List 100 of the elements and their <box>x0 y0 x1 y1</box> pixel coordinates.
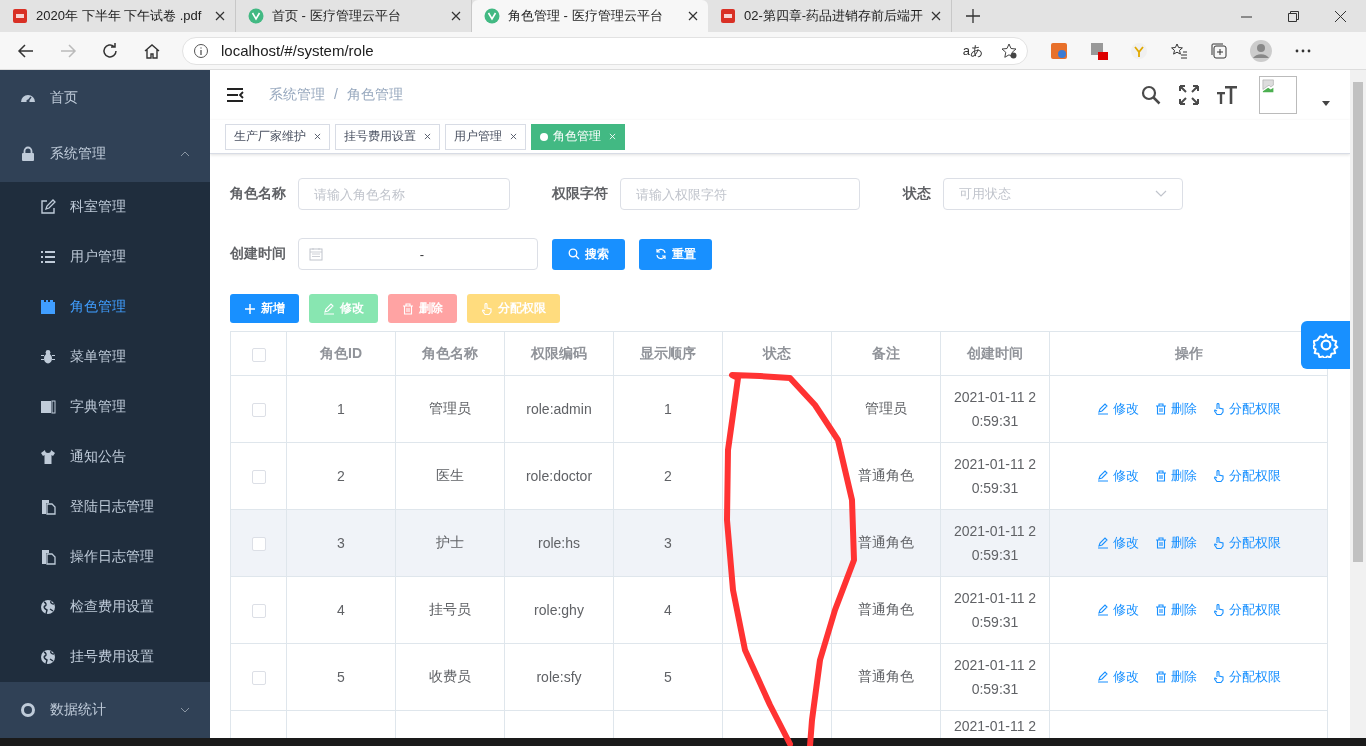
table-cell: 3 <box>337 535 345 551</box>
address-bar[interactable]: localhost/#/system/role aあ <box>182 36 1028 65</box>
info-icon[interactable] <box>193 42 209 59</box>
checkbox[interactable] <box>251 403 266 418</box>
bug-icon <box>40 349 56 365</box>
submenu-item[interactable]: 登陆日志管理 <box>0 482 210 532</box>
table-cell: role:sfy <box>536 669 582 685</box>
breadcrumb-item[interactable]: 系统管理 <box>269 86 325 104</box>
search-icon[interactable] <box>1141 85 1161 105</box>
refresh-icon[interactable] <box>101 41 119 60</box>
assign-link[interactable]: 分配权限 <box>1212 467 1281 485</box>
caret-icon[interactable] <box>1322 100 1330 106</box>
book-icon <box>40 399 56 415</box>
breadcrumb-item: 角色管理 <box>346 86 403 104</box>
checkbox[interactable] <box>251 470 266 485</box>
home-icon[interactable] <box>143 41 161 60</box>
edit-link[interactable]: 修改 <box>1096 534 1139 552</box>
submenu-item[interactable]: 用户管理 <box>0 232 210 282</box>
datetime-cell-text: 2021-01-11 2 <box>952 717 1038 736</box>
extension-icon[interactable] <box>1050 41 1068 60</box>
back-icon[interactable] <box>17 41 35 60</box>
restore-icon[interactable] <box>1288 10 1299 22</box>
close-icon[interactable] <box>1335 10 1346 22</box>
status-select[interactable]: 可用状态 <box>943 178 1183 210</box>
read-aloud-text[interactable]: aあ <box>962 41 983 60</box>
pencil-icon <box>1096 604 1109 616</box>
delete-link[interactable]: 删除 <box>1154 467 1197 485</box>
close-icon[interactable] <box>510 133 517 140</box>
tab-tag[interactable]: 用户管理 <box>445 123 526 150</box>
assign-link[interactable]: 分配权限 <box>1212 601 1281 619</box>
pdf-icon <box>12 8 28 24</box>
table-cell: 4 <box>337 602 345 618</box>
profile-icon[interactable] <box>1250 39 1272 62</box>
star-plus-icon[interactable] <box>1001 42 1017 59</box>
input-field[interactable]: 请输入角色名称 <box>298 178 510 210</box>
column-header: 角色ID <box>286 331 396 376</box>
close-icon[interactable] <box>424 133 431 140</box>
menu-item[interactable]: 数据统计 <box>0 682 210 738</box>
edit-link[interactable]: 修改 <box>1096 467 1139 485</box>
collections-icon[interactable] <box>1210 41 1228 60</box>
datetime-cell-text: 2021-01-11 2 0:59:31 <box>952 656 1038 699</box>
submenu-item[interactable]: 操作日志管理 <box>0 532 210 582</box>
menu-item[interactable]: 系统管理 <box>0 126 210 182</box>
assign-link[interactable]: 分配权限 <box>1212 668 1281 686</box>
datetime-cell-text: 2021-01-11 2 0:59:31 <box>952 522 1038 565</box>
datetime-cell-text: 2021-01-11 2 0:59:31 <box>952 388 1038 431</box>
checkbox[interactable] <box>251 347 266 362</box>
table-cell: 普通角色 <box>858 534 914 550</box>
edit-link[interactable]: 修改 <box>1096 668 1139 686</box>
assign-link[interactable]: 分配权限 <box>1212 400 1281 418</box>
text-size-icon[interactable] <box>1217 85 1237 105</box>
table-cell: 普通角色 <box>858 601 914 617</box>
plus-icon[interactable] <box>966 9 981 23</box>
menu-icon[interactable] <box>227 88 244 102</box>
settings-button[interactable] <box>1301 321 1350 369</box>
close-icon[interactable] <box>451 11 461 21</box>
search-button[interactable]: 搜索 <box>552 238 625 270</box>
fullscreen-icon[interactable] <box>1179 85 1199 105</box>
scrollbar[interactable] <box>1350 70 1366 738</box>
assign-link[interactable]: 分配权限 <box>1212 534 1281 552</box>
delete-link[interactable]: 删除 <box>1154 534 1197 552</box>
pdf-icon <box>720 8 736 24</box>
delete-link[interactable]: 删除 <box>1154 601 1197 619</box>
submenu-item[interactable]: 通知公告 <box>0 432 210 482</box>
pencil-icon <box>1096 537 1109 549</box>
tab-tag[interactable]: 角色管理 <box>531 123 625 150</box>
reset-button[interactable]: 重置 <box>639 238 712 270</box>
dot-icon <box>540 132 548 141</box>
submenu-item[interactable]: 挂号费用设置 <box>0 632 210 682</box>
favorites-icon[interactable] <box>1170 41 1188 60</box>
copy-icon <box>40 549 56 565</box>
hand-icon <box>1212 537 1225 549</box>
date-range-field[interactable]: - <box>298 238 538 270</box>
hand-icon <box>1212 671 1225 683</box>
tab-tag[interactable]: 生产厂家维护 <box>225 123 330 150</box>
submenu-item[interactable]: 菜单管理 <box>0 332 210 382</box>
input-field[interactable]: 请输入权限字符 <box>620 178 860 210</box>
submenu-item[interactable]: 字典管理 <box>0 382 210 432</box>
table-cell: 1 <box>664 401 672 417</box>
close-icon[interactable] <box>215 11 225 21</box>
close-icon[interactable] <box>314 133 321 140</box>
edit-link[interactable]: 修改 <box>1096 601 1139 619</box>
checkbox[interactable] <box>251 537 266 552</box>
browser-tab[interactable]: 角色管理 - 医疗管理云平台 <box>472 0 708 32</box>
submenu-item[interactable]: 角色管理 <box>0 282 210 332</box>
close-icon[interactable] <box>931 11 942 21</box>
extension-icon[interactable] <box>1090 41 1108 60</box>
add-button[interactable]: 新增 <box>230 294 299 323</box>
checkbox[interactable] <box>251 671 266 686</box>
delete-link[interactable]: 删除 <box>1154 668 1197 686</box>
leaf-icon <box>248 8 264 24</box>
delete-link[interactable]: 删除 <box>1154 400 1197 418</box>
close-icon[interactable] <box>688 11 698 21</box>
submenu-item[interactable]: 科室管理 <box>0 182 210 232</box>
menu-item[interactable]: 首页 <box>0 70 210 126</box>
checkbox[interactable] <box>251 604 266 619</box>
field-label: 创建时间 <box>230 245 287 263</box>
submenu-item[interactable]: 检查费用设置 <box>0 582 210 632</box>
edit-link[interactable]: 修改 <box>1096 400 1139 418</box>
tab-tag[interactable]: 挂号费用设置 <box>335 123 440 150</box>
